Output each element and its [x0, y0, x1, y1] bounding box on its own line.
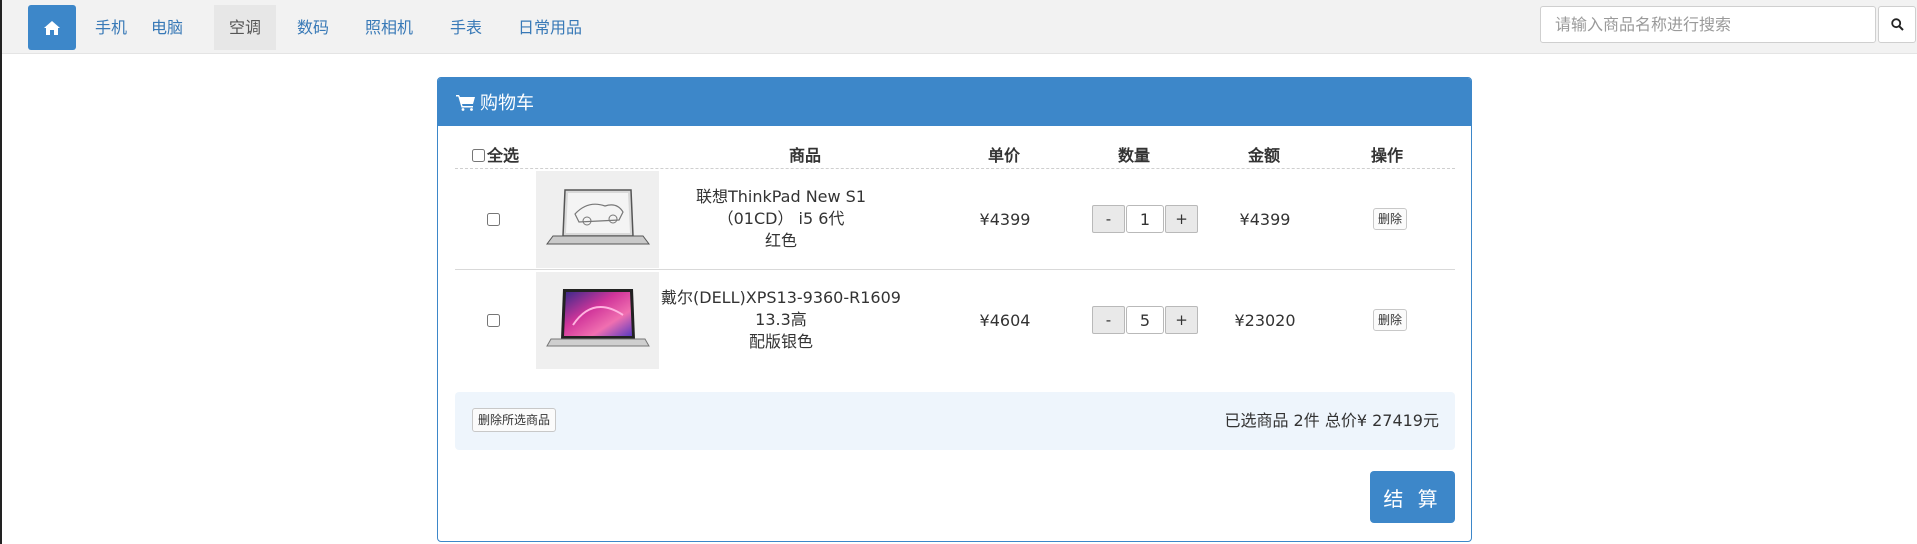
nav-item-phone[interactable]: 手机	[80, 5, 142, 50]
nav-item-digital[interactable]: 数码	[282, 5, 344, 50]
search-icon	[1890, 18, 1904, 31]
nav-item-computer[interactable]: 电脑	[136, 5, 198, 50]
cart-panel-header: 购物车	[438, 78, 1471, 126]
delete-item-button[interactable]: 删除	[1372, 309, 1407, 331]
item-checkbox[interactable]	[487, 313, 500, 327]
cart-item-row: 戴尔(DELL)XPS13-9360-R1609 13.3高 配版银色 ¥460…	[455, 270, 1455, 370]
nav-item-daily-goods[interactable]: 日常用品	[503, 5, 597, 50]
product-image-cell	[536, 270, 659, 370]
cart-summary-bar: 删除所选商品 已选商品 2件 总价¥ 27419元	[455, 392, 1455, 450]
search-input[interactable]	[1540, 6, 1876, 43]
product-image-cell	[536, 169, 659, 269]
product-image-thinkpad[interactable]	[536, 170, 659, 268]
line-amount: ¥23020	[1234, 310, 1296, 330]
select-all-header: 全选	[472, 143, 519, 168]
header-unit-price: 单价	[988, 146, 1021, 165]
product-name-line2: 红色	[764, 231, 797, 250]
item-checkbox[interactable]	[487, 212, 500, 226]
unit-price: ¥4399	[979, 209, 1031, 229]
quantity-decrement-button[interactable]: -	[1092, 306, 1125, 334]
cart-table-header: 全选 商品 单价 数量 金额 操作	[455, 143, 1455, 169]
nav-item-camera[interactable]: 照相机	[350, 5, 428, 50]
select-all-label: 全选	[487, 146, 520, 165]
product-name[interactable]: 戴尔(DELL)XPS13-9360-R1609 13.3高 配版银色	[659, 270, 903, 370]
home-icon	[44, 20, 60, 35]
header-action: 操作	[1371, 146, 1404, 165]
product-name-line2: 配版银色	[748, 332, 813, 351]
quantity-value[interactable]: 5	[1126, 306, 1164, 334]
home-button[interactable]	[28, 5, 76, 50]
cart-table: 全选 商品 单价 数量 金额 操作 联想ThinkPad New S1（01CD…	[455, 143, 1455, 370]
search-button[interactable]	[1878, 6, 1916, 43]
nav-item-watch[interactable]: 手表	[435, 5, 497, 50]
window-left-edge	[0, 0, 2, 544]
quantity-stepper: - 5 +	[1075, 270, 1215, 370]
unit-price: ¥4604	[979, 310, 1031, 330]
nav-item-air-conditioner[interactable]: 空调	[214, 5, 277, 50]
cart-title: 购物车	[480, 93, 534, 114]
select-all-checkbox[interactable]	[472, 149, 485, 162]
delete-cell: 删除	[1350, 169, 1430, 269]
header-amount: 金额	[1248, 146, 1281, 165]
shopping-cart-icon	[456, 94, 475, 111]
checkout-button[interactable]: 结 算	[1370, 471, 1455, 523]
header-product: 商品	[789, 146, 822, 165]
line-amount: ¥4399	[1239, 209, 1291, 229]
delete-selected-button[interactable]: 删除所选商品	[472, 408, 557, 432]
header-quantity: 数量	[1118, 146, 1151, 165]
product-name-line1: 联想ThinkPad New S1（01CD） i5 6代	[695, 187, 867, 228]
cart-item-row: 联想ThinkPad New S1（01CD） i5 6代 红色 ¥4399 -…	[455, 169, 1455, 270]
cart-total-text: 已选商品 2件 总价¥ 27419元	[1224, 411, 1439, 430]
delete-item-button[interactable]: 删除	[1372, 208, 1407, 230]
item-checkbox-cell	[487, 270, 500, 370]
quantity-stepper: - 1 +	[1075, 169, 1215, 269]
top-navbar: 手机 电脑 空调 数码 照相机 手表 日常用品	[2, 0, 1917, 54]
item-checkbox-cell	[487, 169, 500, 269]
quantity-increment-button[interactable]: +	[1165, 205, 1198, 233]
product-name-line1: 戴尔(DELL)XPS13-9360-R1609 13.3高	[661, 288, 901, 329]
product-name[interactable]: 联想ThinkPad New S1（01CD） i5 6代 红色	[659, 169, 903, 269]
delete-cell: 删除	[1350, 270, 1430, 370]
cart-panel: 购物车 全选 商品 单价 数量 金额 操作 联想ThinkPad New S1（…	[437, 77, 1472, 542]
quantity-decrement-button[interactable]: -	[1092, 205, 1125, 233]
product-image-dell-xps[interactable]	[536, 271, 659, 369]
quantity-value[interactable]: 1	[1126, 205, 1164, 233]
quantity-increment-button[interactable]: +	[1165, 306, 1198, 334]
